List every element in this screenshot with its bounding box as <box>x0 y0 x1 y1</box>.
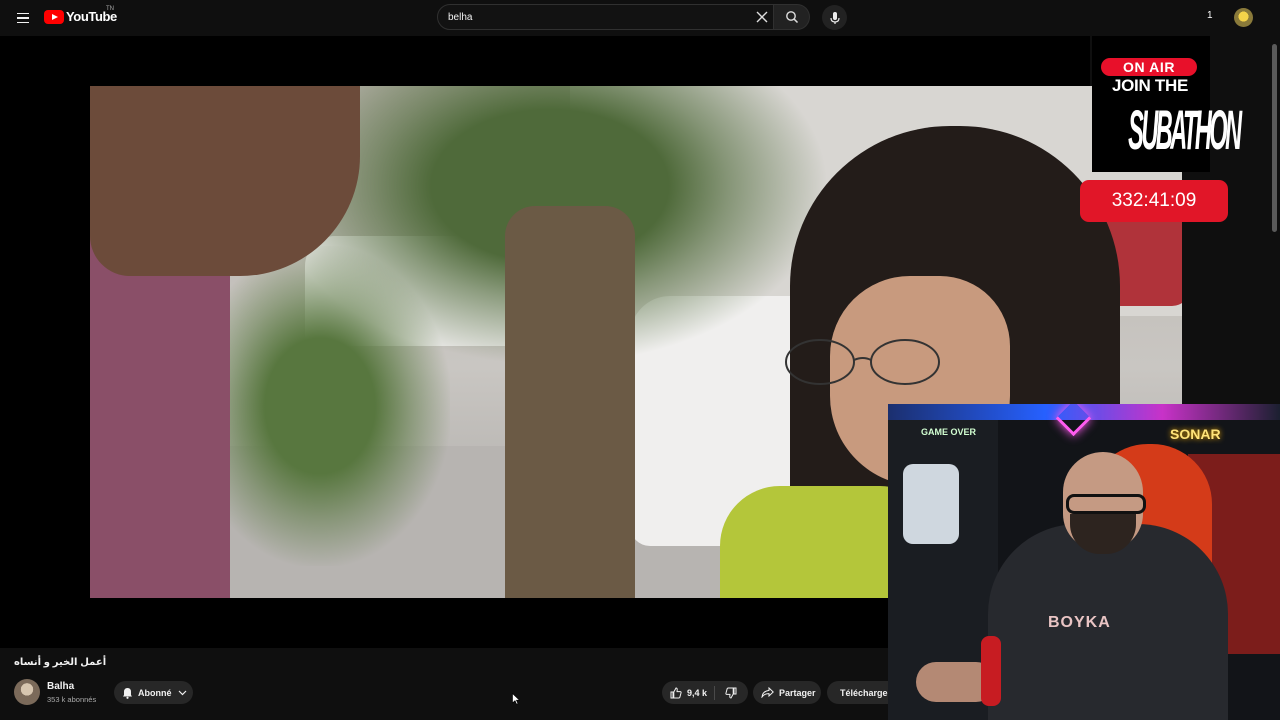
clear-search-icon[interactable] <box>755 10 769 24</box>
cam-neon-sign: SONAR <box>1170 426 1221 442</box>
subscribed-button[interactable]: Abonné <box>114 681 193 704</box>
cam-game-over-sign: GAME OVER <box>921 427 977 437</box>
subscriber-count: 353 k abonnés <box>47 695 97 704</box>
logo-country-code: TN <box>106 6 114 12</box>
search-icon <box>785 11 798 24</box>
thumbs-up-icon <box>670 686 682 698</box>
share-label: Partager <box>779 687 816 698</box>
subathon-text: SUBATHON <box>1128 96 1242 164</box>
join-the-text: JOIN THE <box>1111 76 1188 95</box>
dislike-button[interactable] <box>715 681 747 704</box>
hamburger-menu-icon[interactable] <box>12 7 34 29</box>
streamer-glasses <box>1066 494 1146 514</box>
channel-avatar[interactable] <box>14 679 40 705</box>
bell-icon <box>123 687 132 699</box>
channel-name[interactable]: Balha <box>47 681 74 692</box>
search-button[interactable] <box>774 4 810 30</box>
chevron-down-icon <box>178 690 186 695</box>
voice-search-button[interactable] <box>822 5 847 30</box>
streamer-microphone <box>981 636 1001 706</box>
like-count: 9,4 k <box>687 687 708 698</box>
subscribed-label: Abonné <box>138 687 172 698</box>
thumbs-down-icon <box>725 687 737 699</box>
on-air-badge: ON AIR <box>1101 58 1197 76</box>
share-button[interactable]: Partager <box>753 681 821 704</box>
page-scrollbar[interactable] <box>1272 44 1277 232</box>
share-icon <box>761 687 774 698</box>
scene-palm-trunk <box>505 206 635 598</box>
account-avatar[interactable] <box>1234 8 1253 27</box>
download-button[interactable]: Télécharger <box>827 681 888 704</box>
youtube-logo[interactable]: YouTube TN <box>44 6 117 24</box>
streamer-shirt-logo: BOYKA <box>1048 614 1111 631</box>
youtube-play-icon <box>44 9 64 24</box>
download-label: Télécharger <box>840 687 888 698</box>
search-box <box>437 4 774 30</box>
mouse-cursor-icon <box>512 693 520 705</box>
like-button[interactable]: 9,4 k <box>662 681 714 704</box>
top-bar: YouTube TN 1 <box>0 0 1280 36</box>
like-dislike-group: 9,4 k <box>662 681 748 704</box>
streamer-webcam: GAME OVER SONAR BOYKA <box>888 404 1280 720</box>
subathon-timer: 332:41:09 <box>1080 180 1228 222</box>
video-title: أعمل الخير و أنساه <box>14 657 107 668</box>
notification-count[interactable]: 1 <box>1207 10 1213 21</box>
cam-hanging-shirt <box>903 464 959 544</box>
microphone-icon <box>829 11 840 24</box>
scene-glasses <box>785 339 940 385</box>
search-input[interactable] <box>448 10 738 24</box>
